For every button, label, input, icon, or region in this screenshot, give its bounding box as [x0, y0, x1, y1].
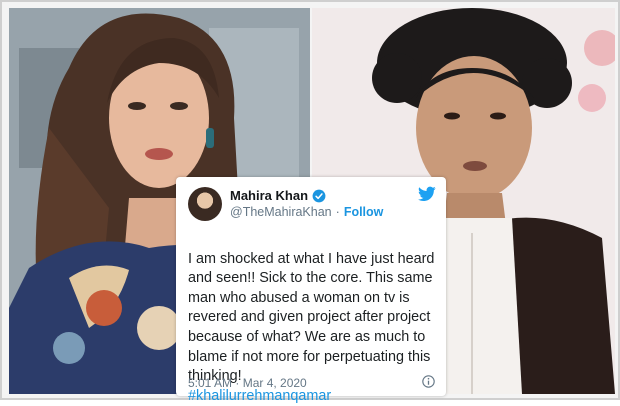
collage-frame: Mahira Khan @TheMahiraKhan · Follow I am… [0, 0, 620, 404]
twitter-bird-icon[interactable] [418, 186, 436, 202]
avatar[interactable] [188, 187, 222, 221]
hashtag-link[interactable]: #khalilurrehmanqamar [188, 388, 331, 404]
verified-badge-icon [312, 189, 326, 202]
author-name[interactable]: Mahira Khan [230, 188, 308, 203]
tweet-body: I am shocked at what I have just heard a… [188, 250, 435, 385]
tweet-timestamp[interactable]: 5:01 AM · Mar 4, 2020 [188, 376, 307, 390]
separator-dot: · [335, 205, 340, 219]
info-icon[interactable] [422, 375, 435, 388]
handle-row: @TheMahiraKhan · Follow [230, 205, 383, 219]
author-handle[interactable]: @TheMahiraKhan [230, 205, 332, 219]
tweet-author-row: Mahira Khan [230, 188, 326, 203]
tweet-card[interactable]: Mahira Khan @TheMahiraKhan · Follow I am… [176, 177, 446, 404]
follow-button[interactable]: Follow [344, 205, 384, 219]
